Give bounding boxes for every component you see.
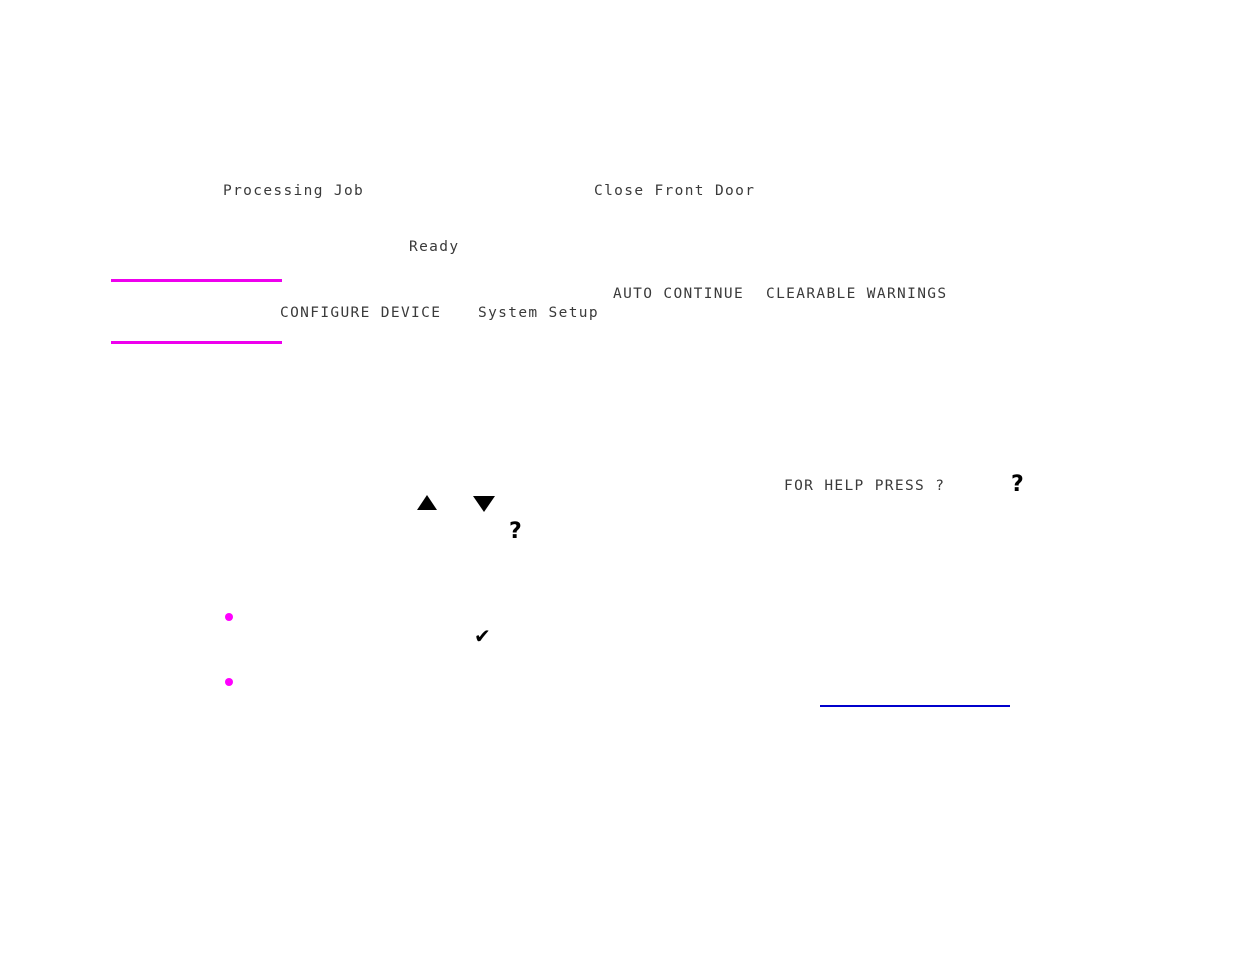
help-prompt-label: FOR HELP PRESS ?	[784, 478, 946, 494]
document-page: Processing Job Close Front Door Ready CO…	[0, 0, 1235, 954]
display-message-processing-job: Processing Job	[223, 183, 365, 199]
blue-rule-underline	[820, 705, 1010, 707]
list-item-bullet	[225, 613, 233, 621]
arrow-up-icon[interactable]	[417, 495, 437, 510]
question-mark-icon-large[interactable]: ?	[1011, 474, 1024, 496]
menu-item-system-setup[interactable]: System Setup	[478, 306, 599, 321]
display-message-close-front-door: Close Front Door	[594, 183, 756, 199]
arrow-down-icon[interactable]	[473, 496, 495, 512]
list-item-bullet	[225, 678, 233, 686]
magenta-rule-top	[111, 279, 282, 282]
check-mark-icon[interactable]: ✔	[474, 626, 491, 646]
display-message-ready: Ready	[409, 239, 460, 255]
magenta-rule-bottom	[111, 341, 282, 344]
question-mark-icon-small[interactable]: ?	[509, 521, 522, 543]
menu-item-auto-continue[interactable]: AUTO CONTINUE	[613, 287, 744, 302]
menu-item-configure-device[interactable]: CONFIGURE DEVICE	[280, 306, 441, 321]
menu-item-clearable-warnings[interactable]: CLEARABLE WARNINGS	[766, 287, 947, 302]
